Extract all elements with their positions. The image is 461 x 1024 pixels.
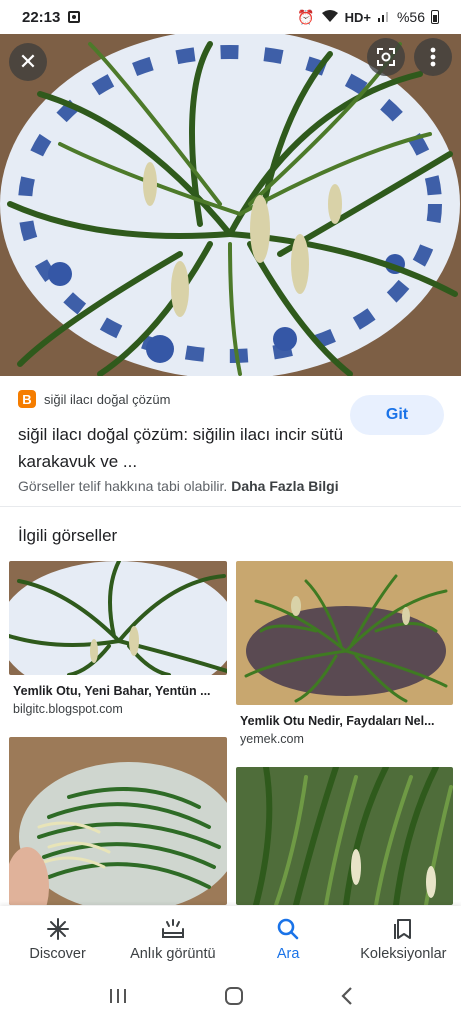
google-lens-button[interactable]	[367, 38, 405, 76]
related-heading: İlgili görseller	[18, 526, 118, 545]
collections-icon	[392, 916, 414, 942]
search-icon	[276, 916, 300, 942]
nav-search-label: Ara	[276, 946, 300, 962]
related-caption-1[interactable]: Yemlik Otu, Yeni Bahar, Yentün ...	[13, 684, 225, 698]
close-icon: ✕	[18, 49, 38, 74]
nav-collections[interactable]: Koleksiyonlar	[346, 906, 461, 972]
alarm-icon: ⏰	[297, 8, 315, 25]
back-icon	[340, 986, 352, 1005]
home-icon	[224, 986, 243, 1005]
nav-search[interactable]: Ara	[231, 906, 346, 972]
related-site-2: yemek.com	[240, 732, 304, 746]
hero-image[interactable]: ✕	[0, 34, 461, 376]
system-navigation	[0, 972, 461, 1024]
network-type: HD+	[344, 9, 371, 25]
related-image-2[interactable]	[236, 561, 453, 705]
recent-apps-icon	[109, 988, 126, 1003]
source-name: siğil ilacı doğal çözüm	[44, 391, 171, 407]
status-time: 22:13	[22, 8, 61, 26]
copyright-notice: Görseller telif hakkına tabi olabilir. D…	[18, 478, 339, 494]
back-button[interactable]	[340, 986, 354, 1011]
result-title[interactable]: siğil ilacı doğal çözüm: siğilin ilacı i…	[18, 421, 348, 475]
snapshot-icon	[160, 916, 186, 942]
related-image-3[interactable]	[9, 737, 227, 905]
related-image-1[interactable]	[9, 561, 227, 675]
visit-button[interactable]: Git	[350, 395, 444, 435]
google-lens-icon	[377, 48, 395, 66]
related-caption-2[interactable]: Yemlik Otu Nedir, Faydaları Nel...	[240, 714, 452, 728]
battery-level: %56	[396, 9, 425, 25]
more-options-button[interactable]	[414, 38, 452, 76]
related-image-4[interactable]	[236, 767, 453, 905]
nav-collections-label: Koleksiyonlar	[360, 946, 447, 962]
status-bar: 22:13 ⏰ HD+ %56	[0, 0, 461, 34]
recent-apps-button[interactable]	[108, 987, 128, 1010]
close-button[interactable]: ✕	[9, 43, 47, 81]
more-info-link[interactable]: Daha Fazla Bilgi	[231, 478, 338, 494]
nav-snapshot[interactable]: Anlık görüntü	[115, 906, 230, 972]
signal-icon	[377, 9, 391, 26]
blogger-icon: B	[18, 390, 36, 408]
divider	[0, 506, 461, 507]
battery-icon	[431, 10, 439, 24]
home-button[interactable]	[223, 985, 245, 1012]
nav-snapshot-label: Anlık görüntü	[130, 946, 216, 962]
notification-icon	[68, 11, 81, 23]
bottom-navigation: Discover Anlık görüntü Ara Koleksiyonlar	[0, 906, 461, 972]
wifi-icon	[321, 9, 339, 26]
related-site-1: bilgitc.blogspot.com	[13, 702, 123, 716]
more-vert-icon	[430, 47, 436, 67]
copyright-text: Görseller telif hakkına tabi olabilir.	[18, 478, 228, 494]
discover-icon	[46, 916, 70, 942]
nav-discover[interactable]: Discover	[0, 906, 115, 972]
result-info: B siğil ilacı doğal çözüm siğil ilacı do…	[0, 376, 461, 506]
nav-discover-label: Discover	[29, 946, 86, 962]
